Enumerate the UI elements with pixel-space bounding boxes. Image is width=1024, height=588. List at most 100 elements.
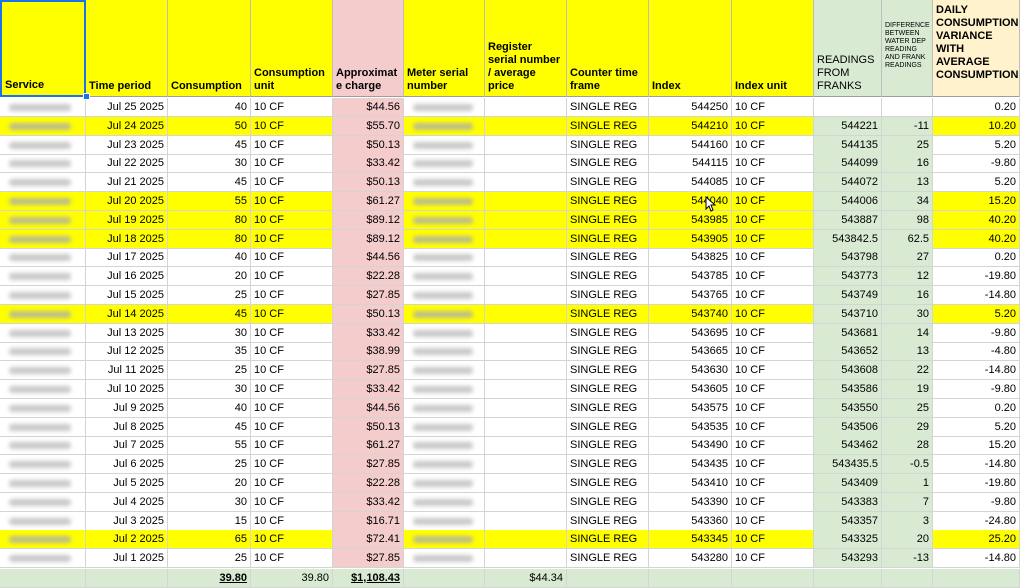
cell-service[interactable] bbox=[0, 511, 86, 531]
cell-period[interactable]: Jul 13 2025 bbox=[86, 323, 168, 343]
cell-meter[interactable] bbox=[404, 436, 485, 456]
cell-period[interactable]: Jul 10 2025 bbox=[86, 380, 168, 399]
cell-consumption[interactable]: 40 bbox=[168, 398, 251, 418]
total-register[interactable]: $44.34 bbox=[485, 569, 567, 588]
total-index[interactable] bbox=[649, 569, 732, 588]
cell-franks[interactable]: 543409 bbox=[814, 474, 882, 493]
cell-counter[interactable]: SINGLE REG bbox=[567, 267, 649, 287]
cell-meter[interactable] bbox=[404, 417, 485, 437]
cell-index_unit[interactable]: 10 CF bbox=[732, 398, 814, 418]
cell-consumption[interactable]: 35 bbox=[168, 342, 251, 362]
cell-franks[interactable]: 543749 bbox=[814, 286, 882, 305]
cell-charge[interactable]: $27.85 bbox=[333, 455, 404, 475]
cell-service[interactable] bbox=[0, 304, 86, 324]
cell-index_unit[interactable]: 10 CF bbox=[732, 98, 814, 117]
cell-index[interactable]: 543575 bbox=[649, 398, 732, 418]
cell-diff[interactable] bbox=[882, 98, 933, 117]
cell-counter[interactable]: SINGLE REG bbox=[567, 210, 649, 230]
cell-diff[interactable]: 12 bbox=[882, 267, 933, 287]
cell-diff[interactable]: -0.5 bbox=[882, 455, 933, 475]
cell-period[interactable]: Jul 17 2025 bbox=[86, 248, 168, 268]
cell-index_unit[interactable]: 10 CF bbox=[732, 267, 814, 287]
cell-period[interactable]: Jul 23 2025 bbox=[86, 135, 168, 155]
cell-index_unit[interactable]: 10 CF bbox=[732, 417, 814, 437]
cell-diff[interactable]: -13 bbox=[882, 549, 933, 569]
cell-index[interactable]: 543905 bbox=[649, 229, 732, 249]
cell-index_unit[interactable]: 10 CF bbox=[732, 342, 814, 362]
cell-meter[interactable] bbox=[404, 361, 485, 381]
cell-charge[interactable]: $89.12 bbox=[333, 229, 404, 249]
cell-variance[interactable]: -9.80 bbox=[933, 492, 1020, 512]
cell-register[interactable] bbox=[485, 380, 567, 399]
column-header-counter[interactable]: Counter time frame bbox=[567, 0, 649, 97]
column-header-charge[interactable]: Approximat e charge bbox=[333, 0, 404, 97]
cell-meter[interactable] bbox=[404, 192, 485, 211]
cell-variance[interactable]: 0.20 bbox=[933, 398, 1020, 418]
cell-diff[interactable]: 62.5 bbox=[882, 229, 933, 249]
cell-charge[interactable]: $27.85 bbox=[333, 286, 404, 305]
cell-variance[interactable]: 40.20 bbox=[933, 229, 1020, 249]
cell-franks[interactable]: 543435.5 bbox=[814, 455, 882, 475]
cell-variance[interactable]: 40.20 bbox=[933, 210, 1020, 230]
cell-consumption[interactable]: 25 bbox=[168, 549, 251, 569]
cell-register[interactable] bbox=[485, 135, 567, 155]
total-consumption[interactable]: 39.80 bbox=[168, 569, 251, 588]
cell-index[interactable]: 543345 bbox=[649, 530, 732, 550]
cell-diff[interactable]: 28 bbox=[882, 436, 933, 456]
cell-consumption[interactable]: 20 bbox=[168, 474, 251, 493]
cell-consumption[interactable]: 40 bbox=[168, 248, 251, 268]
cell-meter[interactable] bbox=[404, 511, 485, 531]
cell-diff[interactable]: 16 bbox=[882, 286, 933, 305]
cell-franks[interactable] bbox=[814, 98, 882, 117]
cell-index[interactable]: 544040 bbox=[649, 192, 732, 211]
cell-consumption[interactable]: 45 bbox=[168, 135, 251, 155]
column-header-index[interactable]: Index bbox=[649, 0, 732, 97]
cell-franks[interactable]: 543887 bbox=[814, 210, 882, 230]
cell-franks[interactable]: 543293 bbox=[814, 549, 882, 569]
cell-counter[interactable]: SINGLE REG bbox=[567, 417, 649, 437]
cell-variance[interactable]: 5.20 bbox=[933, 417, 1020, 437]
cell-period[interactable]: Jul 21 2025 bbox=[86, 173, 168, 193]
cell-franks[interactable]: 543798 bbox=[814, 248, 882, 268]
cell-variance[interactable]: -14.80 bbox=[933, 286, 1020, 305]
cell-franks[interactable]: 543586 bbox=[814, 380, 882, 399]
cell-charge[interactable]: $44.56 bbox=[333, 398, 404, 418]
cell-index_unit[interactable]: 10 CF bbox=[732, 455, 814, 475]
cell-register[interactable] bbox=[485, 116, 567, 136]
cell-unit[interactable]: 10 CF bbox=[251, 192, 333, 211]
cell-register[interactable] bbox=[485, 342, 567, 362]
cell-meter[interactable] bbox=[404, 173, 485, 193]
cell-diff[interactable]: -11 bbox=[882, 116, 933, 136]
cell-meter[interactable] bbox=[404, 286, 485, 305]
cell-period[interactable]: Jul 12 2025 bbox=[86, 342, 168, 362]
cell-charge[interactable]: $33.42 bbox=[333, 154, 404, 174]
cell-franks[interactable]: 543710 bbox=[814, 304, 882, 324]
cell-meter[interactable] bbox=[404, 116, 485, 136]
cell-register[interactable] bbox=[485, 267, 567, 287]
cell-franks[interactable]: 543325 bbox=[814, 530, 882, 550]
cell-register[interactable] bbox=[485, 248, 567, 268]
cell-index[interactable]: 543280 bbox=[649, 549, 732, 569]
column-header-period[interactable]: Time period bbox=[86, 0, 168, 97]
column-header-consumption[interactable]: Consumption bbox=[168, 0, 251, 97]
cell-index[interactable]: 544210 bbox=[649, 116, 732, 136]
cell-consumption[interactable]: 15 bbox=[168, 511, 251, 531]
cell-charge[interactable]: $50.13 bbox=[333, 417, 404, 437]
column-header-franks[interactable]: READINGS FROM FRANKS bbox=[814, 0, 882, 97]
cell-service[interactable] bbox=[0, 380, 86, 399]
cell-consumption[interactable]: 45 bbox=[168, 173, 251, 193]
cell-register[interactable] bbox=[485, 455, 567, 475]
cell-charge[interactable]: $61.27 bbox=[333, 436, 404, 456]
cell-counter[interactable]: SINGLE REG bbox=[567, 248, 649, 268]
cell-franks[interactable]: 543506 bbox=[814, 417, 882, 437]
cell-unit[interactable]: 10 CF bbox=[251, 98, 333, 117]
cell-unit[interactable]: 10 CF bbox=[251, 398, 333, 418]
cell-diff[interactable]: 20 bbox=[882, 530, 933, 550]
cell-unit[interactable]: 10 CF bbox=[251, 135, 333, 155]
cell-consumption[interactable]: 45 bbox=[168, 417, 251, 437]
cell-counter[interactable]: SINGLE REG bbox=[567, 342, 649, 362]
cell-register[interactable] bbox=[485, 361, 567, 381]
cell-franks[interactable]: 543681 bbox=[814, 323, 882, 343]
cell-counter[interactable]: SINGLE REG bbox=[567, 380, 649, 399]
cell-index[interactable]: 543630 bbox=[649, 361, 732, 381]
